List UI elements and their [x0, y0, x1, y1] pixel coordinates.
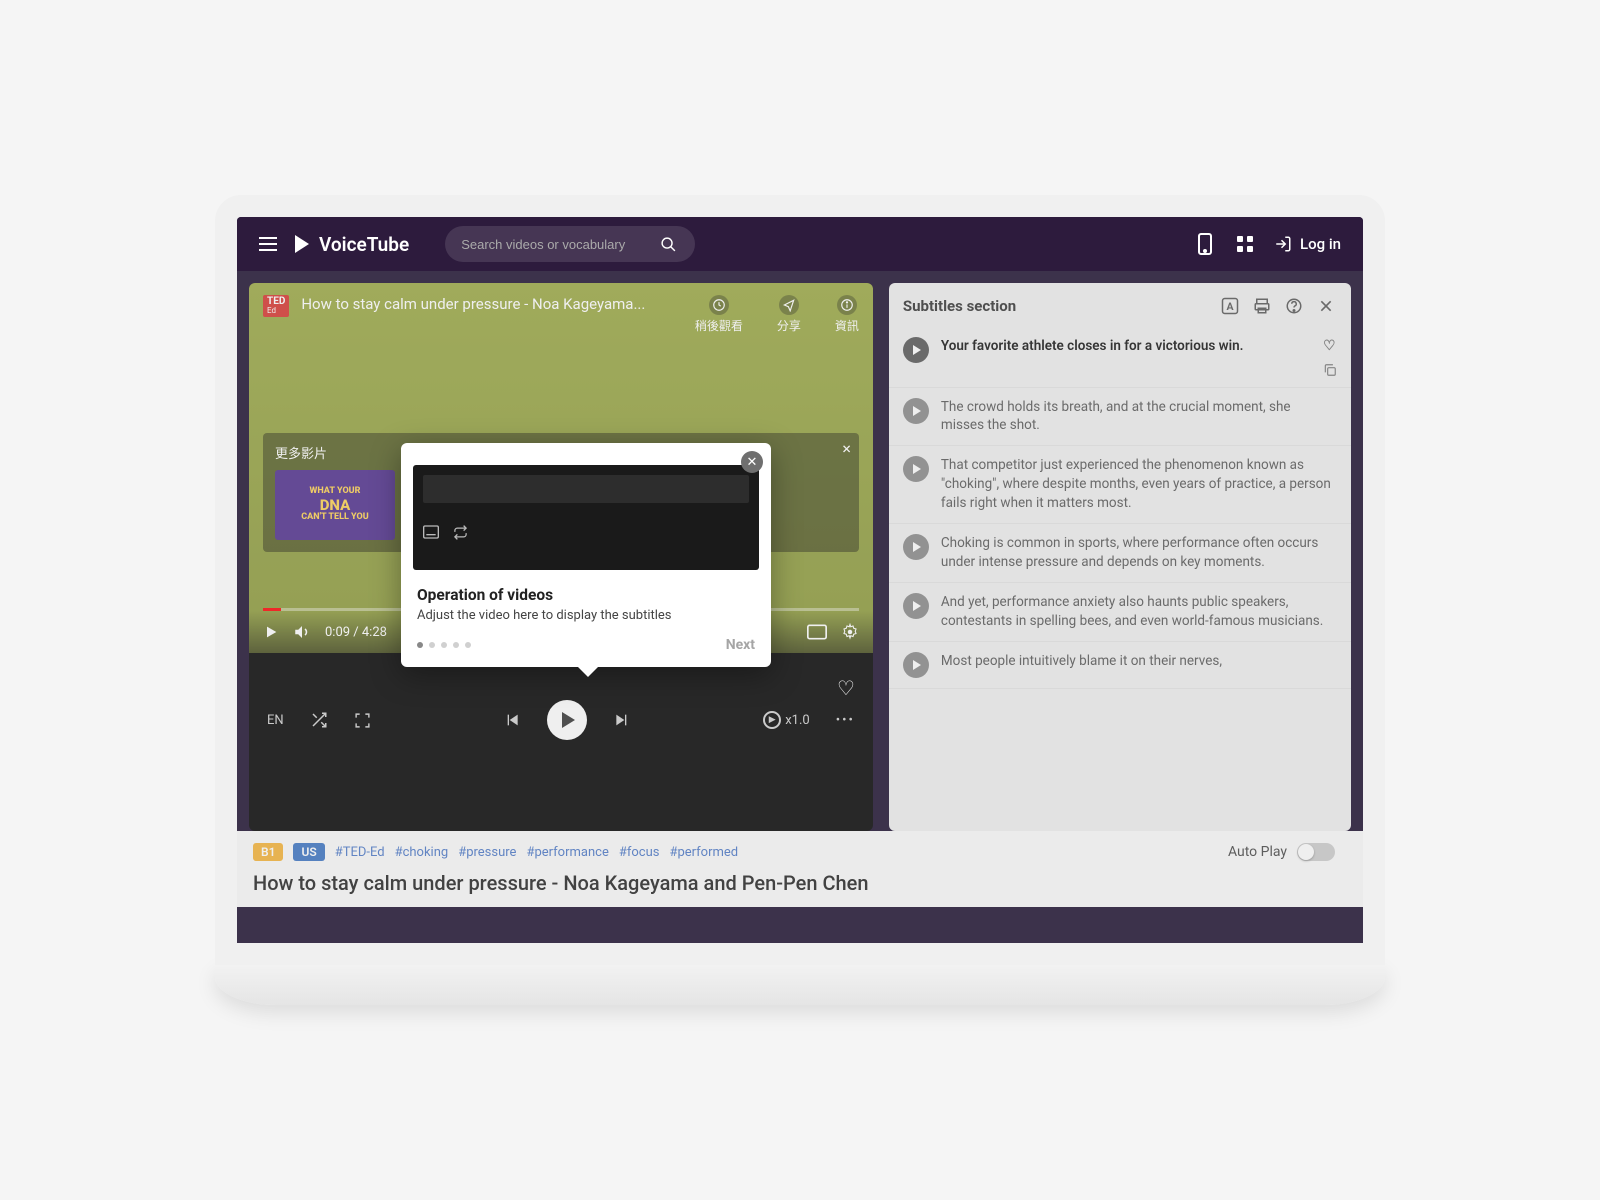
subtitles-panel: Subtitles section A: [889, 283, 1351, 831]
subtitle-line[interactable]: Most people intuitively blame it on thei…: [889, 642, 1351, 689]
next-track-icon[interactable]: [613, 712, 629, 728]
app-header: VoiceTube Log in: [237, 217, 1363, 271]
favorite-icon[interactable]: ♡: [837, 676, 855, 700]
search-bar[interactable]: [445, 226, 695, 262]
help-icon[interactable]: [1283, 295, 1305, 317]
tag-link[interactable]: #performed: [669, 845, 738, 860]
step-dot[interactable]: [417, 642, 423, 648]
tutorial-popover: ✕: [401, 443, 771, 667]
clock-icon: [709, 295, 729, 315]
video-title: How to stay calm under pressure - Noa Ka…: [301, 295, 683, 313]
play-line-icon[interactable]: [903, 593, 929, 619]
autoplay-control: Auto Play: [1228, 831, 1335, 861]
popover-description: Adjust the video here to display the sub…: [417, 608, 755, 623]
video-player-pane: TED Ed How to stay calm under pressure -…: [249, 283, 873, 831]
source-badge: TED Ed: [263, 295, 289, 317]
menu-icon[interactable]: [259, 237, 277, 251]
step-dot[interactable]: [465, 642, 471, 648]
close-icon[interactable]: ✕: [741, 451, 763, 473]
heart-icon[interactable]: ♡: [1323, 337, 1337, 357]
tag-link[interactable]: #focus: [619, 845, 660, 860]
svg-text:A: A: [1226, 300, 1234, 313]
step-dot[interactable]: [453, 642, 459, 648]
subtitle-line[interactable]: The crowd holds its breath, and at the c…: [889, 388, 1351, 447]
subtitle-line[interactable]: Your favorite athlete closes in for a vi…: [889, 327, 1351, 388]
play-button[interactable]: [547, 700, 587, 740]
play-line-icon[interactable]: [903, 534, 929, 560]
video-top-actions: 稍後觀看 分享: [695, 295, 859, 334]
tag-link[interactable]: #choking: [395, 845, 449, 860]
next-button[interactable]: Next: [726, 637, 755, 653]
login-icon: [1274, 235, 1292, 253]
shuffle-icon[interactable]: [310, 711, 328, 729]
step-dot[interactable]: [441, 642, 447, 648]
level-pill[interactable]: B1: [253, 843, 283, 861]
subtitle-line[interactable]: Choking is common in sports, where perfo…: [889, 524, 1351, 583]
copy-icon[interactable]: [1323, 363, 1337, 377]
subtitles-header: Subtitles section: [903, 297, 1209, 315]
play-line-icon[interactable]: [903, 456, 929, 482]
video-meta: B1 US #TED-Ed #choking #pressure #perfor…: [237, 831, 1363, 907]
watch-later-button[interactable]: 稍後觀看: [695, 295, 743, 334]
popover-preview: [413, 465, 759, 570]
close-icon[interactable]: [1315, 295, 1337, 317]
play-logo-icon: [295, 235, 313, 253]
subtitle-line[interactable]: And yet, performance anxiety also haunts…: [889, 583, 1351, 642]
prev-track-icon[interactable]: [505, 712, 521, 728]
repeat-icon: [453, 525, 468, 540]
page-title: How to stay calm under pressure - Noa Ka…: [253, 871, 1347, 895]
play-line-icon[interactable]: [903, 652, 929, 678]
search-input[interactable]: [461, 237, 657, 252]
video-thumbnail[interactable]: WHAT YOUR DNA CAN'T TELL YOU: [275, 470, 395, 540]
info-circle-icon: [837, 295, 857, 315]
brand-name: VoiceTube: [319, 233, 409, 256]
close-icon[interactable]: ×: [842, 439, 851, 458]
tag-link[interactable]: #pressure: [458, 845, 516, 860]
captions-icon[interactable]: [807, 624, 827, 640]
subtitle-line[interactable]: That competitor just experienced the phe…: [889, 446, 1351, 524]
subtitle-mode-icon: [423, 525, 439, 540]
fullscreen-icon[interactable]: [354, 712, 371, 729]
play-line-icon[interactable]: [903, 398, 929, 424]
region-pill[interactable]: US: [293, 843, 324, 861]
step-dot[interactable]: [429, 642, 435, 648]
subtitle-list[interactable]: Your favorite athlete closes in for a vi…: [889, 327, 1351, 819]
print-icon[interactable]: [1251, 295, 1273, 317]
more-options-icon[interactable]: •••: [836, 713, 855, 728]
apps-grid-icon[interactable]: [1234, 233, 1256, 255]
autoplay-toggle[interactable]: [1297, 843, 1335, 861]
playback-speed[interactable]: ▶ x1.0: [763, 711, 810, 729]
volume-icon[interactable]: [293, 623, 311, 641]
player-controls: ♡ EN: [249, 653, 873, 763]
speed-ring-icon: ▶: [763, 711, 781, 729]
share-icon: [779, 295, 799, 315]
lang-toggle[interactable]: EN: [267, 713, 284, 728]
settings-gear-icon[interactable]: [841, 623, 859, 641]
tag-link[interactable]: #TED-Ed: [335, 845, 385, 860]
tag-link[interactable]: #performance: [526, 845, 608, 860]
share-button[interactable]: 分享: [777, 295, 801, 334]
play-icon[interactable]: [263, 624, 279, 640]
play-line-icon[interactable]: [903, 337, 929, 363]
info-button[interactable]: 資訊: [835, 295, 859, 334]
popover-title: Operation of videos: [417, 586, 755, 604]
playback-time: 0:09 / 4:28: [325, 625, 387, 640]
mobile-icon[interactable]: [1194, 233, 1216, 255]
font-size-icon[interactable]: A: [1219, 295, 1241, 317]
login-button[interactable]: Log in: [1274, 235, 1341, 253]
brand-logo[interactable]: VoiceTube: [295, 233, 409, 256]
search-icon[interactable]: [657, 233, 679, 255]
